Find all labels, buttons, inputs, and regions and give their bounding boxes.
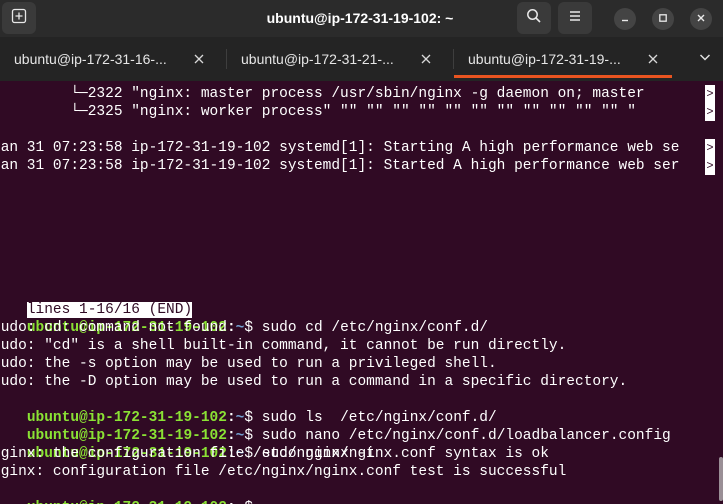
command-line: ubuntu@ip-172-31-19-102:~$ sudo nano /et…	[0, 409, 671, 444]
command-input[interactable]	[253, 500, 262, 504]
pager-empty-line: ~	[0, 265, 1, 283]
output-line: sudo: "cd" is a shell built-in command, …	[0, 338, 567, 354]
minimize-icon	[620, 10, 630, 28]
hamburger-icon	[567, 8, 583, 29]
tab-label: ubuntu@ip-172-31-19-...	[468, 51, 621, 67]
prompt-user-host: ubuntu@ip-172-31-19-102	[27, 500, 227, 504]
tab-label: ubuntu@ip-172-31-16-...	[14, 51, 167, 67]
new-tab-icon	[11, 8, 27, 29]
new-tab-button[interactable]	[2, 2, 36, 34]
tab-close-icon[interactable]	[192, 52, 206, 66]
output-line: sudo: the -D option may be used to run a…	[0, 374, 628, 390]
title-bar: ubuntu@ip-172-31-19-102: ~	[0, 0, 723, 37]
tab-label: ubuntu@ip-172-31-21-...	[241, 51, 394, 67]
maximize-button[interactable]	[652, 8, 674, 30]
close-icon	[696, 10, 706, 28]
truncation-marker: >	[705, 157, 715, 175]
tab-close-icon[interactable]	[646, 52, 660, 66]
search-button[interactable]	[517, 2, 551, 34]
pager-empty-line: ~	[0, 229, 1, 247]
tab-close-icon[interactable]	[419, 52, 433, 66]
minimize-button[interactable]	[614, 8, 636, 30]
tab-3-active[interactable]: ubuntu@ip-172-31-19-...	[454, 37, 672, 81]
terminal-view[interactable]: └─2322 "nginx: master process /usr/sbin/…	[0, 81, 723, 504]
tab-list-button[interactable]	[695, 49, 715, 69]
command-line: ubuntu@ip-172-31-19-102:~$ sudo nginx -t	[0, 427, 375, 462]
output-line: nginx: the configuration file /etc/nginx…	[0, 446, 549, 462]
tab-2[interactable]: ubuntu@ip-172-31-21-...	[227, 37, 453, 81]
terminal-line: Jan 31 07:23:58 ip-172-31-19-102 systemd…	[0, 158, 680, 174]
pager-empty-line: ~	[0, 211, 1, 229]
menu-button[interactable]	[558, 2, 592, 34]
terminal-line: └─2325 "nginx: worker process" "" "" "" …	[0, 104, 636, 120]
output-line: nginx: configuration file /etc/nginx/ngi…	[0, 464, 567, 480]
terminal-line: Jan 31 07:23:58 ip-172-31-19-102 systemd…	[0, 140, 680, 156]
search-icon	[526, 8, 542, 29]
output-line: sudo: the -s option may be used to run a…	[0, 356, 497, 372]
active-prompt-line[interactable]: ubuntu@ip-172-31-19-102:~$	[0, 481, 262, 504]
pager-status: lines 1-16/16 (END)	[0, 283, 193, 318]
prompt-colon: :	[227, 500, 236, 504]
terminal-line: └─2322 "nginx: master process /usr/sbin/…	[0, 86, 645, 102]
prompt-symbol: $	[244, 500, 253, 504]
command-line: ubuntu@ip-172-31-19-102:~$ sudo ls /etc/…	[0, 391, 497, 426]
window-title: ubuntu@ip-172-31-19-102: ~	[266, 10, 454, 26]
truncation-marker: >	[705, 139, 715, 157]
pager-empty-line: ~	[0, 247, 1, 265]
chevron-down-icon	[698, 50, 712, 69]
command-text: sudo cd /etc/nginx/conf.d/	[253, 320, 489, 336]
maximize-icon	[658, 10, 668, 28]
terminal-scrollbar[interactable]	[719, 457, 723, 501]
close-window-button[interactable]	[690, 8, 712, 30]
prompt-colon: :	[226, 320, 236, 336]
pager-empty-line: ~	[0, 193, 1, 211]
command-line: ubuntu@ip-172-31-19-102:~$ sudo cd /etc/…	[0, 301, 488, 336]
tab-bar: ubuntu@ip-172-31-16-... ubuntu@ip-172-31…	[0, 37, 723, 81]
tab-1[interactable]: ubuntu@ip-172-31-16-...	[0, 37, 226, 81]
prompt-symbol: $	[244, 320, 254, 336]
truncation-marker: >	[705, 103, 715, 121]
pager-empty-line: ~	[0, 175, 1, 193]
truncation-marker: >	[705, 85, 715, 103]
output-line: sudo: cd: command not found	[0, 320, 227, 336]
active-tab-indicator	[454, 75, 672, 78]
